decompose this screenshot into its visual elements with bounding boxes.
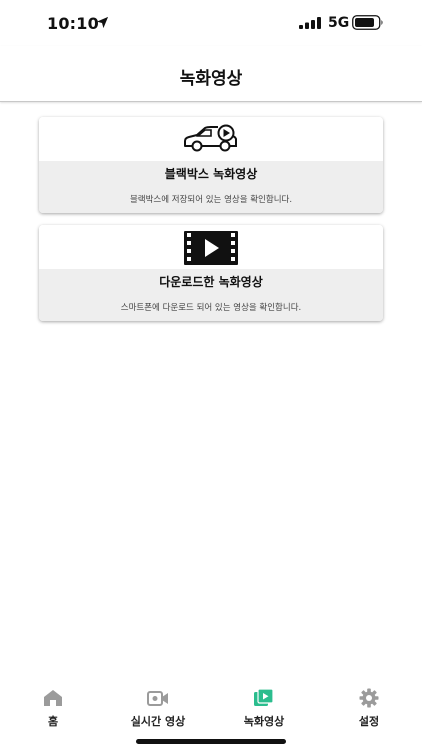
cellular-signal-icon (299, 17, 321, 29)
home-icon (44, 690, 62, 706)
status-bar: 10:10 5G (0, 0, 422, 46)
downloaded-recordings-card[interactable]: 다운로드한 녹화영상 스마트폰에 다운로드 되어 있는 영상을 확인합니다. (39, 225, 383, 321)
card-title: 다운로드한 녹화영상 (159, 275, 263, 289)
tab-home[interactable]: 홈 (3, 688, 103, 728)
status-time: 10:10 (47, 14, 99, 33)
card-title: 블랙박스 녹화영상 (164, 167, 258, 181)
home-indicator[interactable] (136, 739, 286, 744)
video-camera-icon (147, 691, 168, 706)
tab-settings[interactable]: 설정 (319, 688, 419, 728)
video-library-icon (254, 688, 274, 706)
card-icon-area (39, 225, 383, 269)
car-play-icon (184, 124, 237, 152)
tab-live-video[interactable]: 실시간 영상 (108, 688, 208, 728)
card-text-area: 다운로드한 녹화영상 스마트폰에 다운로드 되어 있는 영상을 확인합니다. (39, 269, 383, 321)
card-description: 스마트폰에 다운로드 되어 있는 영상을 확인합니다. (120, 303, 302, 313)
network-type: 5G (328, 15, 350, 31)
tab-recorded-video[interactable]: 녹화영상 (214, 688, 314, 728)
nav-header: 녹화영상 (0, 46, 422, 102)
tab-label: 설정 (358, 715, 380, 728)
card-icon-area (39, 117, 383, 161)
location-arrow-icon (96, 16, 109, 29)
card-description: 블랙박스에 저장되어 있는 영상을 확인합니다. (129, 195, 293, 205)
tab-label: 실시간 영상 (130, 715, 186, 728)
tab-label: 홈 (47, 715, 59, 728)
film-play-icon (184, 231, 238, 265)
card-text-area: 블랙박스 녹화영상 블랙박스에 저장되어 있는 영상을 확인합니다. (39, 161, 383, 213)
battery-icon (352, 15, 383, 30)
page-title: 녹화영상 (179, 69, 243, 89)
blackbox-recordings-card[interactable]: 블랙박스 녹화영상 블랙박스에 저장되어 있는 영상을 확인합니다. (39, 117, 383, 213)
gear-icon (359, 688, 379, 708)
tab-label: 녹화영상 (243, 715, 285, 728)
